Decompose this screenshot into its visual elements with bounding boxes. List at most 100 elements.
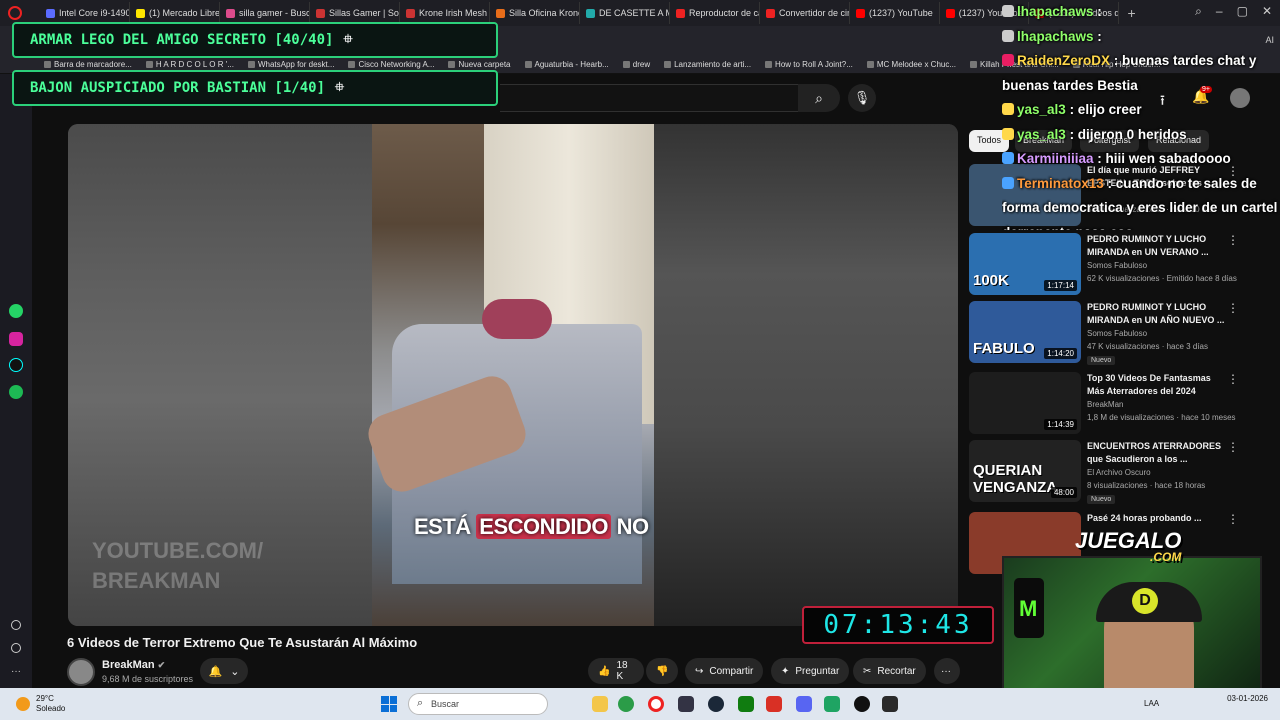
channel-avatar[interactable] xyxy=(67,658,95,686)
pillow xyxy=(482,299,552,339)
more-options-icon[interactable]: ⋮ xyxy=(1227,440,1239,454)
video-thumbnail[interactable]: FABULO 1:14:20 xyxy=(969,301,1081,363)
history-icon[interactable] xyxy=(11,643,21,653)
more-icon[interactable]: ··· xyxy=(11,666,25,680)
whatsapp-icon[interactable] xyxy=(9,304,23,318)
spotify-icon[interactable] xyxy=(9,385,23,399)
more-options-icon[interactable]: ⋮ xyxy=(1227,301,1239,315)
chrome-icon[interactable] xyxy=(618,696,634,712)
ask-button[interactable]: ✦ Preguntar xyxy=(771,658,850,684)
github-icon[interactable] xyxy=(854,696,870,712)
steam-icon[interactable] xyxy=(708,696,724,712)
epic-games-icon[interactable] xyxy=(882,696,898,712)
video-title[interactable]: Top 30 Videos De Fantasmas Más Aterrador… xyxy=(1087,372,1227,398)
browser-tab[interactable]: silla gamer - Busca xyxy=(220,2,310,24)
bookmark-item[interactable]: drew xyxy=(623,60,650,69)
browser-tab[interactable]: Sillas Gamer | Solo xyxy=(310,2,400,24)
chat-username[interactable]: yas_al3 xyxy=(1017,127,1066,142)
tab-list: Intel Core i9-1490 (1) Mercado Libre silla… xyxy=(40,2,1120,24)
bookmark-item[interactable]: WhatsApp for deskt... xyxy=(248,60,334,69)
channel-name[interactable]: BreakMan ✔ xyxy=(102,659,165,671)
bookmark-item[interactable]: How to Roll A Joint?... xyxy=(765,60,853,69)
bookmark-item[interactable]: Lanzamiento de arti... xyxy=(664,60,751,69)
like-button[interactable]: 👍 18 K xyxy=(588,658,644,684)
browser-tab[interactable]: Silla Oficina Krone xyxy=(490,2,580,24)
tab-label: Sillas Gamer | Solo xyxy=(329,8,400,18)
more-actions-button[interactable]: ··· xyxy=(934,658,960,684)
blurred-background-right xyxy=(654,124,958,626)
chat-username[interactable]: yas_al3 xyxy=(1017,102,1066,117)
start-button[interactable] xyxy=(381,696,397,712)
tab-favicon-icon xyxy=(226,8,235,18)
instagram-icon[interactable] xyxy=(9,332,23,346)
stream-chat: lhapachaws : lhapachaws : RaidenZeroDX : b… xyxy=(1002,0,1280,230)
video-thumbnail[interactable]: 100K 1:17:14 xyxy=(969,233,1081,295)
opera-icon[interactable] xyxy=(648,696,664,712)
recommended-video[interactable]: FABULO 1:14:20 PEDRO RUMINOT Y LUCHO MIRAN… xyxy=(969,301,1239,365)
chat-username[interactable]: RaidenZeroDX xyxy=(1017,53,1110,68)
goal-banner-1: ARMAR LEGO DEL AMIGO SECRETO [40/40] ⯐ xyxy=(12,22,498,58)
weather-widget[interactable]: 29°C Soleado xyxy=(16,694,65,714)
bookmark-item[interactable]: Cisco Networking A... xyxy=(348,60,434,69)
tiktok-icon[interactable] xyxy=(9,358,23,372)
chat-badge-icon xyxy=(1002,54,1014,66)
browser-tab[interactable]: Reproductor de ca xyxy=(670,2,760,24)
browser-tab[interactable]: Intel Core i9-1490 xyxy=(40,2,130,24)
tab-label: (1) Mercado Libre xyxy=(149,8,220,18)
browser-tab[interactable]: DE CASETTE A MP xyxy=(580,2,670,24)
gmail-icon[interactable] xyxy=(766,696,782,712)
app-icon[interactable] xyxy=(678,696,694,712)
recommended-video[interactable]: 1:14:39 Top 30 Videos De Fantasmas Más At… xyxy=(969,372,1239,434)
more-options-icon[interactable]: ⋮ xyxy=(1227,233,1239,247)
video-title[interactable]: PEDRO RUMINOT Y LUCHO MIRANDA en UN VERA… xyxy=(1087,233,1227,259)
recommended-video[interactable]: QUERIAN VENGANZA 48:00 ENCUENTROS ATERRADO… xyxy=(969,440,1239,504)
heart-icon[interactable] xyxy=(11,620,21,630)
clip-button[interactable]: ✂ Recortar xyxy=(853,658,926,684)
windows-taskbar: 29°CSoleado Buscar LAA 03-01-2026 xyxy=(0,688,1280,720)
system-clock[interactable]: 03-01-2026 xyxy=(1227,694,1268,704)
tab-favicon-icon xyxy=(586,8,595,18)
video-player[interactable]: ESTÁ ESCONDIDO NO YOUTUBE.COM/ BREAKMAN xyxy=(68,124,958,626)
discord-icon[interactable] xyxy=(796,696,812,712)
sun-icon xyxy=(16,697,30,711)
file-explorer-icon[interactable] xyxy=(592,696,608,712)
search-input[interactable] xyxy=(500,84,830,112)
share-button[interactable]: ↪ Compartir xyxy=(685,658,764,684)
video-title[interactable]: ENCUENTROS ATERRADORES que Sacudieron a … xyxy=(1087,440,1227,466)
chat-username[interactable]: Terminatox13 xyxy=(1017,176,1104,191)
bookmark-item[interactable]: H A R D C O L O R '... xyxy=(146,60,234,69)
sponsor-logo: JUEGALO .COM xyxy=(1075,528,1182,564)
browser-tab[interactable]: Krone Irish Mesh xyxy=(400,2,490,24)
chat-text: : hiii wen sabadoooo xyxy=(1093,151,1231,166)
video-thumbnail[interactable]: QUERIAN VENGANZA 48:00 xyxy=(969,440,1081,502)
chat-username[interactable]: lhapachaws xyxy=(1017,29,1094,44)
dislike-button[interactable]: 👎 xyxy=(646,658,678,684)
subscription-bell-button[interactable]: 🔔 ⌄ xyxy=(200,658,248,684)
recommended-video[interactable]: 100K 1:17:14 PEDRO RUMINOT Y LUCHO MIRANDA… xyxy=(969,233,1239,295)
chat-username[interactable]: lhapachaws xyxy=(1017,4,1094,19)
channel-name[interactable]: El Archivo Oscuro xyxy=(1087,468,1151,477)
drive-icon[interactable] xyxy=(824,696,840,712)
taskbar-search[interactable]: Buscar xyxy=(408,693,548,715)
channel-name[interactable]: Somos Fabuloso xyxy=(1087,261,1147,270)
video-title[interactable]: Pasé 24 horas probando ... xyxy=(1087,512,1227,525)
bookmark-item[interactable]: MC Melodee x Chuc... xyxy=(867,60,956,69)
more-options-icon[interactable]: ⋮ xyxy=(1227,512,1239,526)
browser-tab[interactable]: (1) Mercado Libre xyxy=(130,2,220,24)
voice-search-button[interactable]: 🎙 xyxy=(848,84,876,112)
keyboard-language[interactable]: LAA xyxy=(1144,699,1159,708)
browser-tab[interactable]: Convertidor de cin xyxy=(760,2,850,24)
search-button[interactable]: ⌕ xyxy=(798,84,840,112)
video-thumbnail[interactable]: 1:14:39 xyxy=(969,372,1081,434)
more-options-icon[interactable]: ⋮ xyxy=(1227,372,1239,386)
bookmark-item[interactable]: Barra de marcadore... xyxy=(44,60,132,69)
bookmark-item[interactable]: Nueva carpeta xyxy=(448,60,510,69)
xbox-icon[interactable] xyxy=(738,696,754,712)
browser-tab[interactable]: (1237) YouTube xyxy=(850,2,940,24)
channel-name[interactable]: Somos Fabuloso xyxy=(1087,329,1147,338)
video-title[interactable]: PEDRO RUMINOT Y LUCHO MIRANDA en UN AÑO … xyxy=(1087,301,1227,327)
bookmark-item[interactable]: Aguaturbia - Hearb... xyxy=(525,60,609,69)
opera-logo-icon[interactable] xyxy=(8,6,22,20)
channel-name[interactable]: BreakMan xyxy=(1087,400,1123,409)
chat-username[interactable]: Karmiiniiiaa xyxy=(1017,151,1094,166)
